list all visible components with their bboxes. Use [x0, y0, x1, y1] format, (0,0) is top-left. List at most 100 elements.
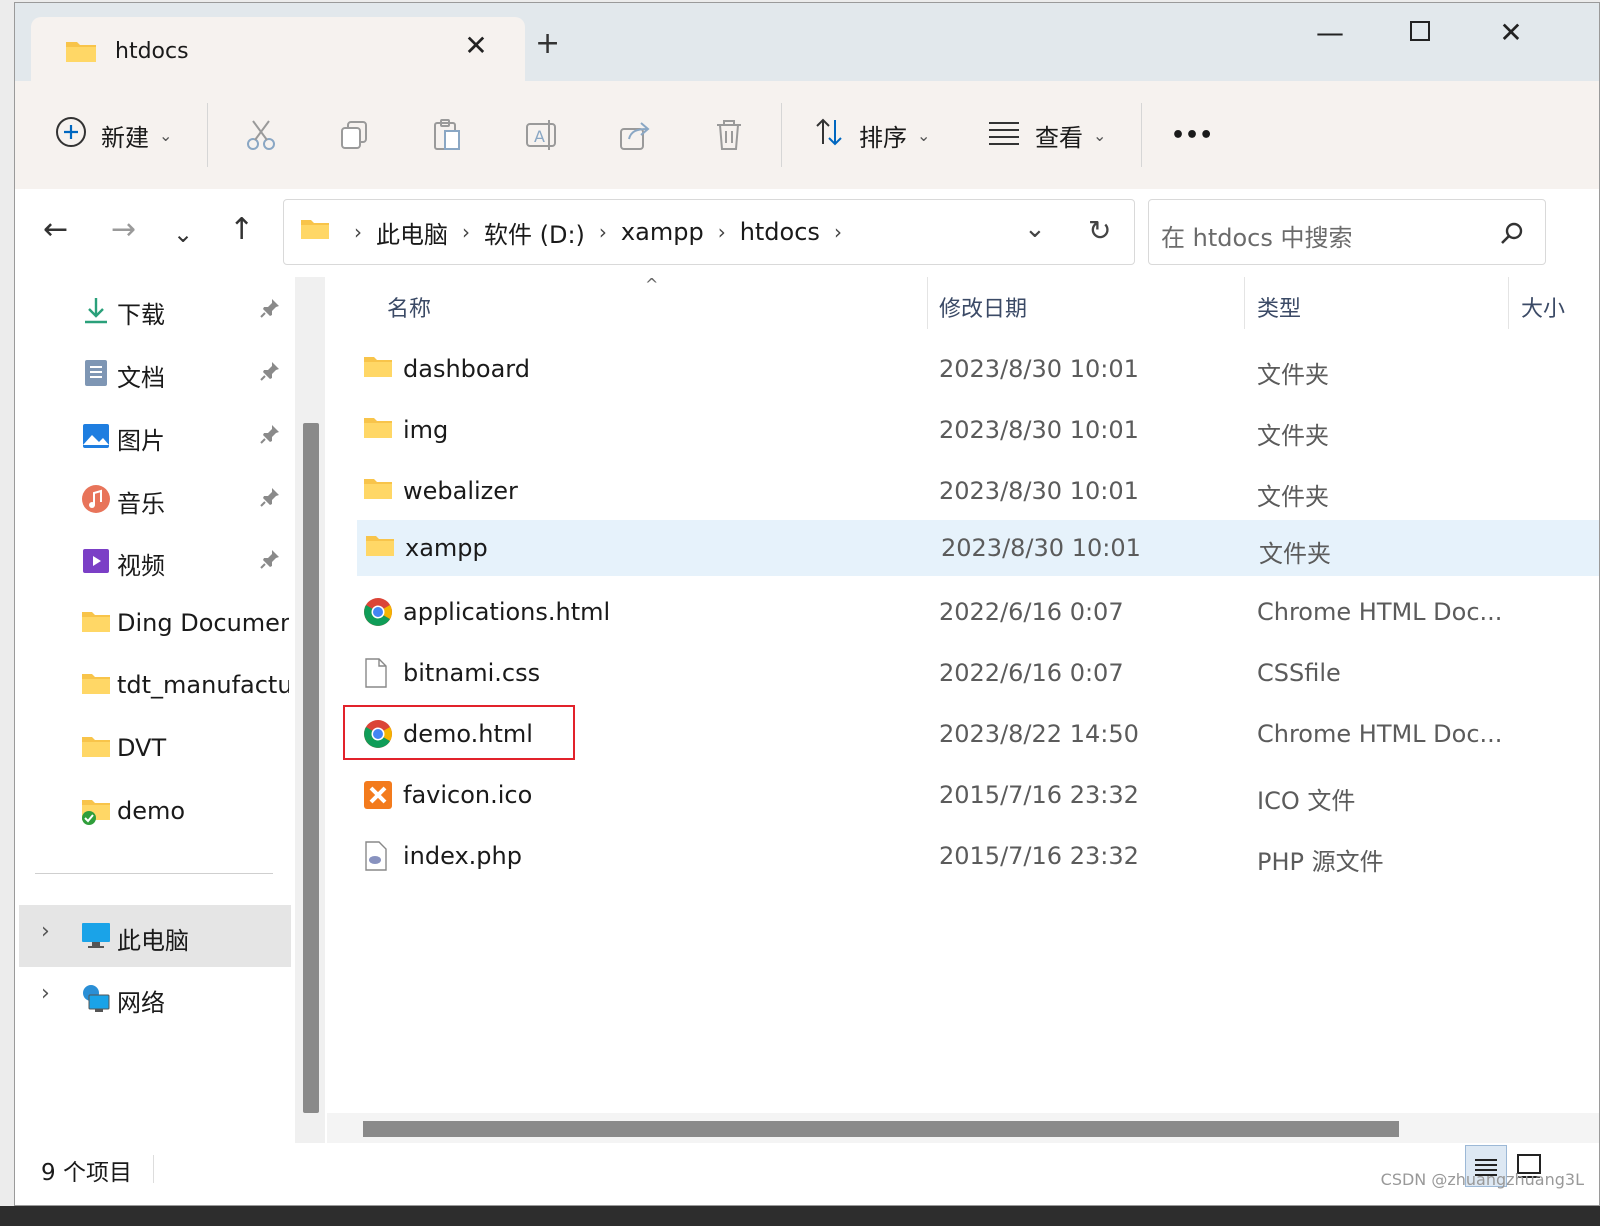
view-list-icon	[987, 118, 1021, 152]
copy-icon[interactable]	[337, 117, 373, 153]
breadcrumb: › 此电脑 › 软件 (D:) › xampp › htdocs ›	[300, 200, 856, 264]
file-type: Chrome HTML Doc...	[1257, 598, 1503, 626]
sidebar-item-tdt-manufacture[interactable]: tdt_manufacture	[15, 655, 305, 717]
music-icon	[81, 484, 111, 514]
folder-icon	[81, 734, 111, 764]
svg-text:A: A	[534, 127, 545, 146]
maximize-button[interactable]	[1390, 15, 1450, 51]
recent-locations-chevron-icon[interactable]: ⌄	[173, 219, 193, 249]
search-box[interactable]: 在 htdocs 中搜索	[1148, 199, 1546, 265]
more-icon: •••	[1171, 122, 1214, 148]
sidebar-item-network[interactable]: › 网络	[15, 967, 305, 1029]
cut-icon[interactable]	[243, 117, 279, 153]
sidebar-scrollbar-thumb[interactable]	[303, 423, 319, 1113]
pin-icon[interactable]	[259, 297, 283, 321]
folder-synced-icon	[81, 797, 111, 827]
search-icon[interactable]	[1499, 220, 1525, 250]
back-arrow-icon[interactable]: ←	[43, 215, 68, 245]
folder-icon	[363, 415, 393, 445]
pin-icon[interactable]	[259, 548, 283, 572]
file-row[interactable]: img 2023/8/30 10:01 文件夹	[355, 402, 1599, 458]
download-icon	[81, 295, 111, 325]
minimize-button[interactable]: —	[1300, 15, 1360, 51]
column-header-size[interactable]: 大小	[1521, 291, 1565, 323]
file-row[interactable]: webalizer 2023/8/30 10:01 文件夹	[355, 463, 1599, 519]
column-header-name[interactable]: 名称	[387, 291, 431, 323]
annotation-highlight-box	[343, 705, 575, 760]
view-button[interactable]: 查看 ⌄	[987, 81, 1106, 189]
toolbar-divider	[1141, 103, 1142, 167]
file-name: xampp	[405, 534, 488, 562]
close-tab-button[interactable]: ✕	[461, 31, 491, 61]
breadcrumb-item[interactable]: 软件 (D:)	[484, 215, 585, 250]
tab-htdocs[interactable]: htdocs ✕	[31, 17, 525, 82]
sidebar-divider	[35, 873, 273, 874]
address-history-chevron-icon[interactable]: ⌄	[1024, 214, 1046, 244]
file-type: Chrome HTML Doc...	[1257, 720, 1503, 748]
breadcrumb-item[interactable]: 此电脑	[376, 215, 448, 250]
new-button[interactable]: 新建 ⌄	[55, 81, 172, 189]
navigation-bar: ← → ⌄ ↑ › 此电脑 › 软件 (D:) › xampp › htdocs…	[15, 189, 1599, 277]
file-row[interactable]: favicon.ico 2015/7/16 23:32 ICO 文件	[355, 767, 1599, 823]
computer-icon	[81, 921, 111, 951]
sidebar-item-ding-document[interactable]: Ding Document	[15, 593, 305, 655]
chevron-right-icon[interactable]: ›	[41, 981, 50, 1006]
paste-icon[interactable]	[429, 117, 465, 153]
file-icon	[363, 658, 393, 688]
chevron-right-icon[interactable]: ›	[41, 919, 50, 944]
file-list-horizontal-scrollbar[interactable]	[327, 1113, 1599, 1143]
sidebar-item-documents[interactable]: 文档	[15, 342, 305, 404]
column-header-date[interactable]: 修改日期	[939, 291, 1027, 323]
file-row[interactable]: index.php 2015/7/16 23:32 PHP 源文件	[355, 828, 1599, 884]
new-tab-button[interactable]: +	[535, 29, 560, 59]
folder-icon	[65, 39, 97, 67]
delete-icon[interactable]	[711, 117, 747, 153]
sidebar-item-music[interactable]: 音乐	[15, 468, 305, 530]
column-divider[interactable]	[1508, 277, 1509, 329]
file-name: webalizer	[403, 477, 518, 505]
file-type: 文件夹	[1257, 361, 1329, 389]
pin-icon[interactable]	[259, 360, 283, 384]
sidebar-item-downloads[interactable]: 下载	[15, 279, 305, 341]
breadcrumb-item[interactable]: htdocs	[740, 218, 820, 246]
file-row[interactable]: bitnami.css 2022/6/16 0:07 CSSfile	[355, 645, 1599, 701]
pin-icon[interactable]	[259, 486, 283, 510]
folder-icon	[300, 218, 330, 246]
file-date: 2023/8/30 10:01	[941, 534, 1141, 562]
up-arrow-icon[interactable]: ↑	[229, 215, 254, 245]
refresh-icon[interactable]: ↻	[1088, 214, 1111, 247]
more-options-button[interactable]: •••	[1171, 81, 1213, 189]
share-icon[interactable]	[617, 117, 653, 153]
file-name: bitnami.css	[403, 659, 541, 687]
search-input[interactable]: 在 htdocs 中搜索	[1161, 218, 1353, 253]
column-divider[interactable]	[927, 277, 928, 329]
column-header-type[interactable]: 类型	[1257, 291, 1301, 323]
sidebar-item-pictures[interactable]: 图片	[15, 405, 305, 467]
file-date: 2015/7/16 23:32	[939, 781, 1139, 809]
file-row-hovered[interactable]: xampp 2023/8/30 10:01 文件夹	[357, 520, 1599, 576]
sidebar-scrollbar[interactable]	[295, 277, 325, 1143]
command-bar: 新建 ⌄ A 排序 ⌄ 查看 ⌄ •••	[15, 81, 1599, 190]
sidebar-item-this-pc[interactable]: › 此电脑	[19, 905, 291, 967]
plus-circle-icon	[55, 116, 87, 154]
horizontal-scrollbar-thumb[interactable]	[363, 1121, 1399, 1137]
file-row[interactable]: dashboard 2023/8/30 10:01 文件夹	[355, 341, 1599, 397]
sort-button[interactable]: 排序 ⌄	[813, 81, 930, 189]
rename-icon[interactable]: A	[523, 117, 559, 153]
file-row[interactable]: applications.html 2022/6/16 0:07 Chrome …	[355, 584, 1599, 640]
breadcrumb-item[interactable]: xampp	[621, 218, 704, 246]
toolbar-divider	[781, 103, 782, 167]
file-date: 2023/8/22 14:50	[939, 720, 1139, 748]
column-divider[interactable]	[1244, 277, 1245, 329]
forward-arrow-icon[interactable]: →	[111, 215, 136, 245]
sidebar-item-videos[interactable]: 视频	[15, 530, 305, 592]
sidebar-item-dvt[interactable]: DVT	[15, 718, 305, 780]
sidebar-item-label: tdt_manufacture	[117, 671, 289, 699]
file-type: PHP 源文件	[1257, 848, 1384, 876]
pin-icon[interactable]	[259, 423, 283, 447]
address-bar[interactable]: › 此电脑 › 软件 (D:) › xampp › htdocs › ⌄ ↻	[283, 199, 1135, 265]
xampp-icon	[363, 780, 393, 810]
sidebar-item-demo[interactable]: demo	[15, 781, 305, 843]
close-window-button[interactable]: ✕	[1481, 15, 1541, 51]
status-divider	[153, 1155, 154, 1183]
